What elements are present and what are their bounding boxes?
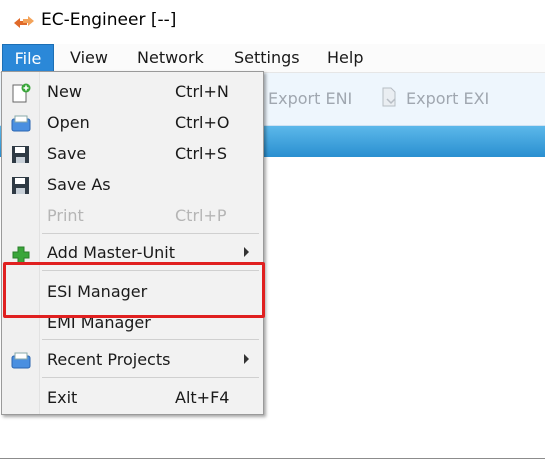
menu-network[interactable]: Network bbox=[137, 44, 204, 72]
menu-item-label: New bbox=[47, 82, 82, 101]
menu-settings[interactable]: Settings bbox=[234, 44, 300, 72]
save-icon bbox=[12, 146, 29, 163]
menu-item-shortcut: Ctrl+P bbox=[175, 206, 227, 225]
menu-item-shortcut: Ctrl+S bbox=[175, 144, 228, 163]
menu-item-label: Exit bbox=[47, 388, 78, 407]
ec-engineer-logo-icon bbox=[14, 16, 34, 28]
menu-separator bbox=[42, 339, 259, 340]
menu-item-new[interactable]: New Ctrl+N bbox=[2, 77, 263, 107]
menu-item-print: Print Ctrl+P bbox=[2, 201, 263, 231]
menu-help[interactable]: Help bbox=[327, 44, 363, 72]
menu-item-label: Recent Projects bbox=[47, 350, 171, 369]
export-eni-button[interactable]: Export ENI bbox=[268, 89, 352, 108]
highlight-box bbox=[3, 262, 265, 318]
menu-file[interactable]: File bbox=[2, 44, 54, 72]
menu-item-shortcut: Alt+F4 bbox=[175, 388, 230, 407]
menu-item-open[interactable]: Open Ctrl+O bbox=[2, 108, 263, 138]
export-exi-icon bbox=[382, 87, 396, 107]
menu-item-label: Save bbox=[47, 144, 87, 163]
file-menu-dropdown: New Ctrl+N Open Ctrl+O Save Ctrl+S Save … bbox=[1, 71, 264, 415]
window-title: EC-Engineer [--] bbox=[41, 10, 177, 30]
menu-item-save-as[interactable]: Save As bbox=[2, 170, 263, 200]
menu-item-recent-projects[interactable]: Recent Projects bbox=[2, 345, 263, 375]
submenu-arrow-icon bbox=[244, 354, 249, 364]
save-as-icon bbox=[12, 177, 29, 194]
menu-item-label: Open bbox=[47, 113, 90, 132]
menu-item-exit[interactable]: Exit Alt+F4 bbox=[2, 383, 263, 413]
menu-bar: File View Network Settings Help bbox=[0, 44, 545, 73]
menu-separator bbox=[42, 233, 259, 234]
menu-item-label: Save As bbox=[47, 175, 111, 194]
title-bar: EC-Engineer [--] bbox=[0, 0, 545, 44]
menu-view[interactable]: View bbox=[70, 44, 108, 72]
submenu-arrow-icon bbox=[244, 247, 249, 257]
menu-item-shortcut: Ctrl+O bbox=[175, 113, 230, 132]
menu-item-label: Print bbox=[47, 206, 84, 225]
add-icon bbox=[12, 246, 30, 264]
export-exi-button[interactable]: Export EXI bbox=[406, 89, 489, 108]
menu-separator bbox=[42, 377, 259, 378]
new-file-icon bbox=[12, 83, 31, 103]
menu-item-shortcut: Ctrl+N bbox=[175, 82, 229, 101]
open-icon bbox=[11, 115, 31, 132]
menu-item-label: Add Master-Unit bbox=[47, 243, 176, 262]
recent-projects-icon bbox=[11, 352, 31, 369]
menu-item-save[interactable]: Save Ctrl+S bbox=[2, 139, 263, 169]
